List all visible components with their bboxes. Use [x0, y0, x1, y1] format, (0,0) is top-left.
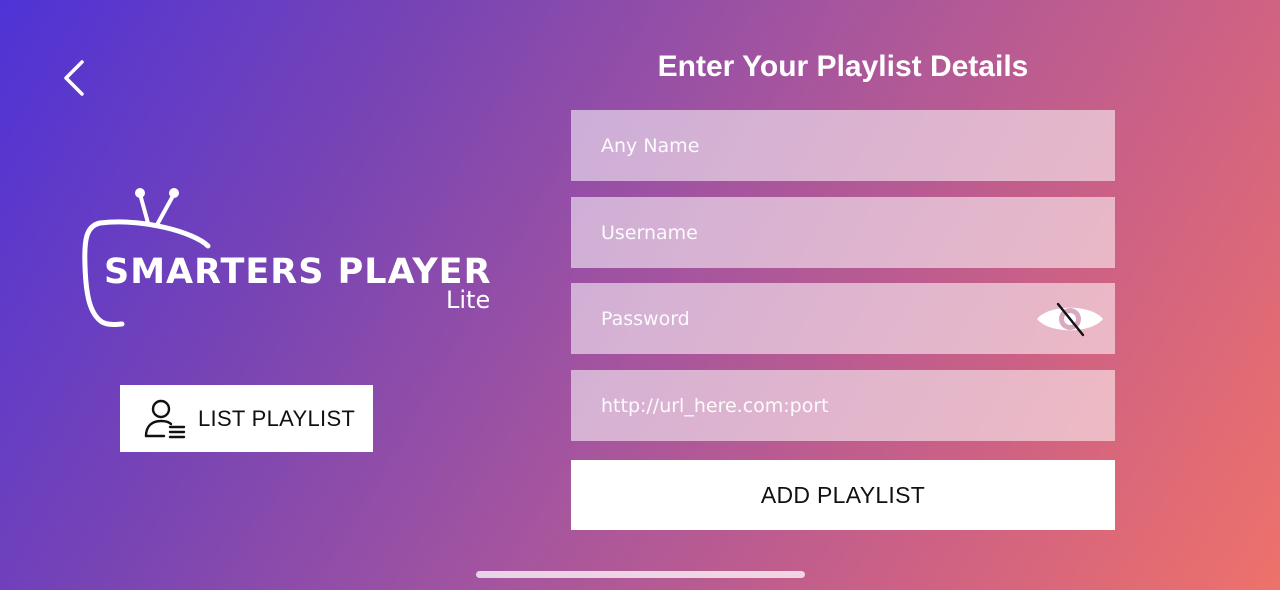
- password-input[interactable]: [571, 283, 1115, 354]
- password-field-container: [571, 283, 1115, 354]
- chevron-left-icon: [64, 60, 84, 96]
- logo-title: SMARTERS PLAYER: [104, 252, 492, 292]
- password-visibility-toggle[interactable]: [1035, 300, 1105, 338]
- name-field-container: [571, 110, 1115, 181]
- form-title: Enter Your Playlist Details: [657, 50, 1029, 83]
- list-playlist-button[interactable]: LIST PLAYLIST: [120, 385, 373, 452]
- username-input[interactable]: [571, 197, 1115, 268]
- url-input[interactable]: [571, 370, 1115, 441]
- back-button[interactable]: [56, 56, 96, 100]
- username-field-container: [571, 197, 1115, 268]
- app-logo: SMARTERS PLAYER Lite: [82, 186, 502, 331]
- list-playlist-label: LIST PLAYLIST: [198, 405, 356, 431]
- user-list-icon: [144, 399, 186, 438]
- eye-slash-icon: [1037, 302, 1103, 337]
- name-input[interactable]: [571, 110, 1115, 181]
- logo-subtitle: Lite: [446, 286, 491, 314]
- home-indicator[interactable]: [476, 571, 805, 578]
- url-field-container: [571, 370, 1115, 441]
- add-playlist-button[interactable]: ADD PLAYLIST: [571, 460, 1115, 530]
